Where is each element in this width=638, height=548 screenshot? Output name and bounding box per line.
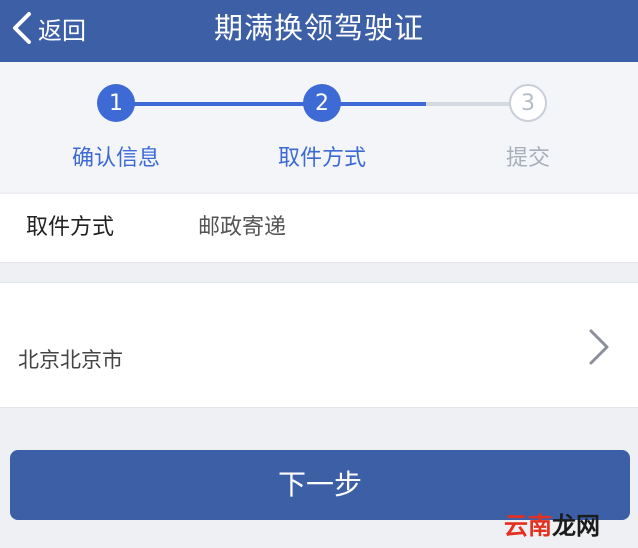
step-2-circle: 2 <box>303 84 341 122</box>
address-row[interactable]: 北京北京市 <box>0 282 638 408</box>
step-3-circle: 3 <box>509 84 547 122</box>
step-connector-1-2 <box>116 102 322 106</box>
step-1-circle: 1 <box>97 84 135 122</box>
watermark-part-2: 龙网 <box>552 512 600 540</box>
step-1-label: 确认信息 <box>71 146 160 171</box>
address-value: 北京北京市 <box>18 348 123 372</box>
watermark-logo: 云南龙网 <box>504 506 600 541</box>
step-3-label: 提交 <box>505 146 550 171</box>
pickup-method-row[interactable]: 取件方式 邮政寄递 <box>0 194 638 263</box>
chevron-right-icon <box>589 329 609 365</box>
page-title: 期满换领驾驶证 <box>213 11 424 45</box>
pickup-method-value: 邮政寄递 <box>198 215 287 240</box>
watermark-part-1: 云南 <box>504 512 552 540</box>
pickup-method-label: 取件方式 <box>26 215 115 240</box>
step-2-label: 取件方式 <box>277 146 366 171</box>
app-header: 返回 期满换领驾驶证 <box>0 0 638 62</box>
progress-steps: 1 2 3 确认信息 取件方式 提交 <box>0 62 638 192</box>
